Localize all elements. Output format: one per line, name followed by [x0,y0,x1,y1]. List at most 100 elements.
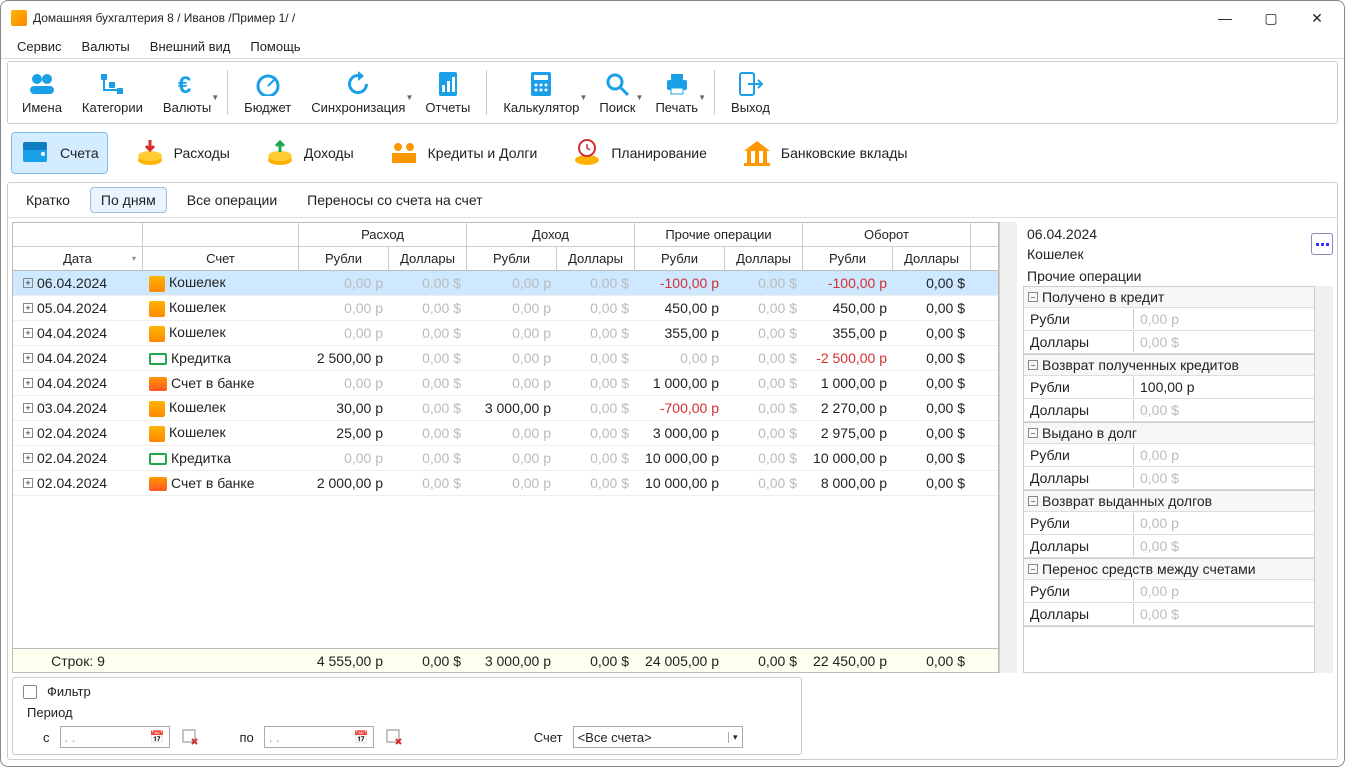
card-icon [149,453,167,465]
toolbar-calculator[interactable]: Калькулятор ▼ [493,66,589,119]
side-row: Рубли0,00 р [1024,580,1314,603]
table-row[interactable]: +04.04.2024Кошелек0,00 р0,00 $0,00 р0,00… [13,321,998,346]
side-scrollbar[interactable] [1315,286,1333,673]
filter-panel: Фильтр Период с . .📅 по . .📅 Счет <Все с… [12,677,802,755]
col-inc-usd[interactable]: Доллары [557,247,635,270]
maximize-button[interactable]: ▢ [1248,4,1294,32]
wallet-icon [149,276,165,292]
more-options-button[interactable] [1311,233,1333,255]
col-oth-usd[interactable]: Доллары [725,247,803,270]
side-group-header[interactable]: −Возврат выданных долгов [1024,491,1314,512]
expand-icon[interactable]: + [23,478,33,488]
minimize-button[interactable]: — [1202,4,1248,32]
toolbar-budget[interactable]: Бюджет [234,66,301,119]
side-group: −Выдано в долгРубли0,00 рДоллары0,00 $ [1024,423,1314,491]
close-button[interactable]: ✕ [1294,4,1340,32]
tree-icon [98,70,126,98]
side-group-header[interactable]: −Перенос средств между счетами [1024,559,1314,580]
col-inc-rub[interactable]: Рубли [467,247,557,270]
toolbar-sync[interactable]: Синхронизация ▼ [301,66,415,119]
subtab-allops[interactable]: Все операции [177,188,287,212]
side-date: 06.04.2024 [1023,224,1101,244]
vertical-scrollbar[interactable] [999,222,1017,673]
col-trn-usd[interactable]: Доллары [893,247,971,270]
side-body: −Получено в кредитРубли0,00 рДоллары0,00… [1023,286,1315,673]
subtab-transfers[interactable]: Переносы со счета на счет [297,188,492,212]
subtab-brief[interactable]: Кратко [16,188,80,212]
table-row[interactable]: +05.04.2024Кошелек0,00 р0,00 $0,00 р0,00… [13,296,998,321]
side-row: Рубли0,00 р [1024,444,1314,467]
col-date[interactable]: Дата▾ [13,247,143,270]
toolbar-categories[interactable]: Категории [72,66,153,119]
printer-icon [663,70,691,98]
menu-service[interactable]: Сервис [7,37,72,56]
tab-accounts[interactable]: Счета [11,132,108,174]
collapse-icon[interactable]: − [1028,564,1038,574]
col-trn-rub[interactable]: Рубли [803,247,893,270]
side-group-header[interactable]: −Получено в кредит [1024,287,1314,308]
chevron-down-icon: ▼ [636,93,644,102]
expand-icon[interactable]: + [23,353,33,363]
toolbar-search[interactable]: Поиск ▼ [589,66,645,119]
side-group-header[interactable]: −Возврат полученных кредитов [1024,355,1314,376]
tab-expenses[interactable]: Расходы [126,133,238,173]
table-row[interactable]: +03.04.2024Кошелек30,00 р0,00 $3 000,00 … [13,396,998,421]
menu-currencies[interactable]: Валюты [72,37,140,56]
col-oth-rub[interactable]: Рубли [635,247,725,270]
menu-view[interactable]: Внешний вид [140,37,241,56]
col-exp-usd[interactable]: Доллары [389,247,467,270]
date-to-input[interactable]: . .📅 [264,726,374,748]
collapse-icon[interactable]: − [1028,428,1038,438]
col-other[interactable]: Прочие операции [635,223,803,246]
menu-help[interactable]: Помощь [240,37,310,56]
date-from-input[interactable]: . .📅 [60,726,170,748]
side-group: −Перенос средств между счетамиРубли0,00 … [1024,559,1314,627]
col-exp-rub[interactable]: Рубли [299,247,389,270]
app-icon [11,10,27,26]
chevron-down-icon: ▼ [211,93,219,102]
expand-icon[interactable]: + [23,328,33,338]
bank-icon [149,477,167,491]
wallet-icon [149,426,165,442]
collapse-icon[interactable]: − [1028,360,1038,370]
collapse-icon[interactable]: − [1028,292,1038,302]
clear-from-button[interactable] [180,727,200,747]
toolbar-names[interactable]: Имена [12,66,72,119]
expand-icon[interactable]: + [23,453,33,463]
tab-planning[interactable]: Планирование [563,133,715,173]
collapse-icon[interactable]: − [1028,496,1038,506]
table-row[interactable]: +02.04.2024Кошелек25,00 р0,00 $0,00 р0,0… [13,421,998,446]
col-account[interactable]: Счет [143,247,299,270]
tab-deposits[interactable]: Банковские вклады [733,133,916,173]
filter-checkbox[interactable] [23,685,37,699]
tab-credits[interactable]: Кредиты и Долги [380,133,546,173]
table-row[interactable]: +02.04.2024Счет в банке2 000,00 р0,00 $0… [13,471,998,496]
expand-icon[interactable]: + [23,378,33,388]
wallet-icon [149,301,165,317]
expand-icon[interactable]: + [23,403,33,413]
table-row[interactable]: +04.04.2024Счет в банке0,00 р0,00 $0,00 … [13,371,998,396]
toolbar-print[interactable]: Печать ▼ [645,66,708,119]
toolbar-currencies[interactable]: € Валюты ▼ [153,66,221,119]
toolbar-exit[interactable]: Выход [721,66,780,119]
expand-icon[interactable]: + [23,278,33,288]
chevron-down-icon: ▾ [728,732,738,743]
chevron-down-icon: ▼ [580,93,588,102]
table-row[interactable]: +04.04.2024Кредитка2 500,00 р0,00 $0,00 … [13,346,998,371]
subtab-bydays[interactable]: По дням [90,187,167,213]
account-filter-select[interactable]: <Все счета>▾ [573,726,743,748]
side-account: Кошелек [1023,244,1101,264]
tab-income[interactable]: Доходы [256,133,362,173]
col-turn[interactable]: Оборот [803,223,971,246]
expand-icon[interactable]: + [23,303,33,313]
table-row[interactable]: +06.04.2024Кошелек0,00 р0,00 $0,00 р0,00… [13,271,998,296]
col-income[interactable]: Доход [467,223,635,246]
side-group-header[interactable]: −Выдано в долг [1024,423,1314,444]
toolbar-reports[interactable]: Отчеты [415,66,480,119]
clear-to-button[interactable] [384,727,404,747]
side-title: Прочие операции [1023,266,1333,286]
table-row[interactable]: +02.04.2024Кредитка0,00 р0,00 $0,00 р0,0… [13,446,998,471]
col-expense[interactable]: Расход [299,223,467,246]
wallet-icon [20,137,52,169]
expand-icon[interactable]: + [23,428,33,438]
